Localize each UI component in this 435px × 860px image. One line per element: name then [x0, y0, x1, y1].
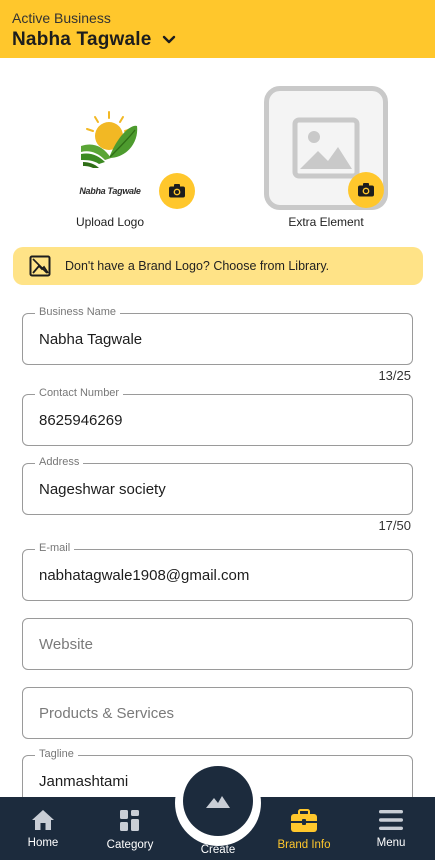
tagline-value: Janmashtami [39, 773, 129, 790]
mountain-image-icon [206, 796, 230, 808]
nav-home[interactable]: Home [3, 797, 83, 860]
business-logo-image[interactable]: Nabha Tagwale [75, 102, 145, 196]
address-label: Address [35, 456, 84, 468]
business-name-counter: 13/25 [378, 368, 411, 383]
contact-number-field[interactable]: Contact Number 8625946269 [22, 387, 413, 446]
logo-library-banner[interactable]: Don't have a Brand Logo? Choose from Lib… [13, 247, 423, 285]
nav-brand-info-label: Brand Info [277, 839, 331, 851]
email-label: E-mail [35, 542, 75, 554]
logo-library-text: Don't have a Brand Logo? Choose from Lib… [65, 259, 330, 273]
brand-logo-icon [81, 111, 138, 168]
nav-home-label: Home [27, 837, 59, 849]
camera-icon [169, 184, 185, 198]
website-placeholder: Website [39, 636, 93, 653]
address-field[interactable]: Address Nageshwar society [22, 456, 413, 515]
nav-create-label: Create [200, 844, 236, 856]
address-value: Nageshwar society [39, 481, 166, 498]
nav-menu-label: Menu [376, 837, 406, 849]
camera-icon [358, 183, 374, 197]
business-name-value: Nabha Tagwale [39, 331, 143, 348]
address-counter: 17/50 [378, 518, 411, 533]
business-name-title: Nabha Tagwale [12, 29, 152, 50]
upload-logo-section: Nabha Tagwale Upload Logo [35, 84, 195, 229]
extra-element-camera-button[interactable] [348, 172, 384, 208]
app-header: Active Business Nabha Tagwale [0, 0, 435, 58]
category-grid-icon [120, 810, 139, 831]
briefcase-icon [291, 809, 317, 832]
active-business-label: Active Business [12, 10, 111, 26]
contact-number-value: 8625946269 [39, 412, 123, 429]
logo-brand-text: Nabha Tagwale [79, 186, 141, 196]
extra-element-label: Extra Element [288, 215, 364, 229]
contact-number-label: Contact Number [35, 387, 124, 399]
nav-category[interactable]: Category [90, 797, 170, 860]
products-services-placeholder: Products & Services [39, 705, 175, 722]
chevron-down-icon [162, 35, 175, 44]
website-field[interactable]: Website [22, 618, 413, 670]
upload-logo-label: Upload Logo [75, 215, 145, 229]
image-placeholder-icon [292, 117, 360, 179]
nav-brand-info[interactable]: Brand Info [264, 797, 344, 860]
business-switcher[interactable]: Nabha Tagwale [12, 29, 423, 51]
email-field[interactable]: E-mail nabhatagwale1908@gmail.com [22, 542, 413, 601]
home-icon [32, 810, 54, 830]
tagline-label: Tagline [35, 748, 78, 760]
extra-element-section: Extra Element [251, 84, 401, 229]
create-button[interactable] [183, 766, 253, 836]
hamburger-menu-icon [379, 810, 403, 830]
business-name-field[interactable]: Business Name Nabha Tagwale [22, 306, 413, 365]
products-services-field[interactable]: Products & Services [22, 687, 413, 739]
nav-category-label: Category [106, 839, 154, 851]
email-value: nabhatagwale1908@gmail.com [39, 567, 250, 584]
business-name-label: Business Name [35, 306, 121, 318]
upload-logo-camera-button[interactable] [159, 173, 195, 209]
image-library-icon [29, 255, 51, 277]
nav-menu[interactable]: Menu [351, 797, 431, 860]
